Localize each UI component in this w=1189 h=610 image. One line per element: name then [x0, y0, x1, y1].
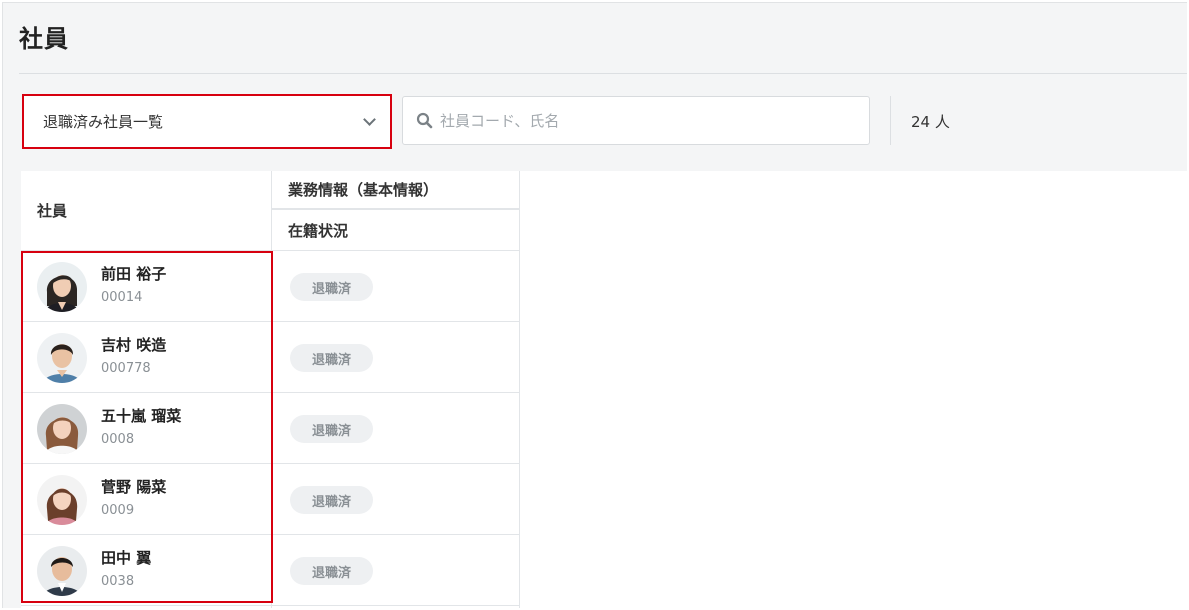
- status-badge: 退職済: [290, 273, 373, 301]
- status-badge: 退職済: [290, 486, 373, 514]
- employee-filter-select[interactable]: 退職済み社員一覧: [22, 94, 392, 149]
- employee-code: 00014: [101, 290, 143, 305]
- employee-table: 社員 前田 裕子 00014 吉村 咲造 000778 五十嵐 瑠菜 0008 …: [21, 171, 1187, 608]
- business-info-group-header: 業務情報（基本情報）: [272, 171, 519, 210]
- count-divider: [890, 96, 891, 145]
- status-cell: 退職済: [272, 464, 519, 535]
- employee-row[interactable]: 菅野 陽菜 0009: [21, 464, 271, 535]
- status-cell: 退職済: [272, 322, 519, 393]
- employee-name: 吉村 咲造: [101, 336, 167, 354]
- employee-name: 田中 翼: [101, 549, 152, 567]
- page-title: 社員: [19, 25, 69, 53]
- employee-name: 五十嵐 瑠菜: [101, 407, 182, 425]
- filter-selected-label: 退職済み社員一覧: [43, 113, 164, 131]
- employee-code: 0038: [101, 574, 135, 589]
- female-avatar: [37, 475, 87, 525]
- employee-row[interactable]: 五十嵐 瑠菜 0008: [21, 393, 271, 464]
- search-icon: [416, 112, 438, 130]
- employee-code: 0009: [101, 503, 135, 518]
- employee-column: 社員 前田 裕子 00014 吉村 咲造 000778 五十嵐 瑠菜 0008 …: [21, 171, 272, 608]
- employee-name: 前田 裕子: [101, 265, 167, 283]
- employee-row[interactable]: 田中 翼 0038: [21, 535, 271, 606]
- employee-code: 0008: [101, 432, 135, 447]
- employee-row[interactable]: 前田 裕子 00014: [21, 251, 271, 322]
- status-cell: 退職済: [272, 535, 519, 606]
- status-badge: 退職済: [290, 344, 373, 372]
- female-avatar: [37, 404, 87, 454]
- status-badge: 退職済: [290, 415, 373, 443]
- employee-count: 24 人: [911, 113, 950, 131]
- employee-name: 菅野 陽菜: [101, 478, 167, 496]
- title-divider: [19, 73, 1187, 74]
- search-box[interactable]: [402, 96, 870, 145]
- employee-row[interactable]: 吉村 咲造 000778: [21, 322, 271, 393]
- employee-column-header[interactable]: 社員: [21, 171, 271, 251]
- status-badge: 退職済: [290, 557, 373, 585]
- employee-page: 社員 退職済み社員一覧 24 人 社員: [2, 2, 1187, 608]
- female-avatar: [37, 262, 87, 312]
- search-input[interactable]: [440, 111, 840, 130]
- status-cell: 退職済: [272, 393, 519, 464]
- status-column: 業務情報（基本情報） 在籍状況 退職済 退職済 退職済 退職済 退職済: [272, 171, 520, 608]
- employee-code: 000778: [101, 361, 151, 376]
- male-avatar: [37, 546, 87, 596]
- male-avatar: [37, 333, 87, 383]
- chevron-down-icon: [363, 112, 376, 126]
- status-cell: 退職済: [272, 251, 519, 322]
- status-column-header[interactable]: 在籍状況: [272, 210, 519, 251]
